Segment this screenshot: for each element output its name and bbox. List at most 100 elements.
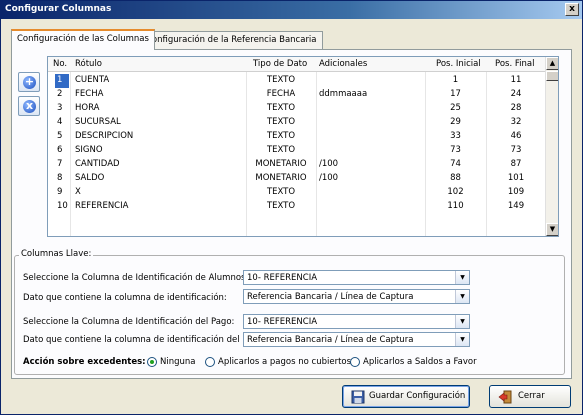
cell-inicial: 17 bbox=[450, 89, 461, 99]
cell-rotulo: CUENTA bbox=[75, 75, 110, 85]
cell-inicial: 1 bbox=[452, 75, 459, 85]
header-no[interactable]: No. bbox=[53, 59, 67, 69]
cell-final: 109 bbox=[507, 187, 525, 197]
remove-icon: x bbox=[23, 100, 36, 113]
cell-tipo: TEXTO bbox=[266, 117, 296, 127]
radio-saldos-a-favor[interactable] bbox=[350, 357, 360, 367]
cell-inicial: 33 bbox=[450, 131, 461, 141]
close-button[interactable]: Cerrar bbox=[489, 385, 571, 408]
cell-final: 101 bbox=[507, 173, 525, 183]
cell-rotulo: DESCRIPCION bbox=[75, 131, 134, 141]
cell-adicionales: ddmmaaaa bbox=[319, 89, 368, 99]
close-window-button[interactable]: x bbox=[565, 3, 579, 16]
alumnos-column-label: Seleccione la Columna de Identificación … bbox=[23, 273, 249, 283]
table-row[interactable]: 5 DESCRIPCION TEXTO 33 46 bbox=[48, 130, 546, 144]
add-icon: + bbox=[23, 75, 36, 89]
cell-no: 7 bbox=[57, 159, 63, 169]
exit-door-icon bbox=[498, 390, 512, 404]
cell-adicionales: /100 bbox=[319, 159, 339, 169]
radio-saldos-a-favor-label[interactable]: Aplicarlos a Saldos a Favor bbox=[363, 357, 477, 367]
cell-tipo: TEXTO bbox=[266, 187, 296, 197]
table-row[interactable]: 1 CUENTA TEXTO 1 11 bbox=[48, 74, 546, 88]
table-row[interactable]: 2 FECHA FECHA ddmmaaaa 17 24 bbox=[48, 88, 546, 102]
cell-rotulo: FECHA bbox=[75, 89, 104, 99]
cell-no: 6 bbox=[57, 145, 63, 155]
scroll-down-button[interactable]: ▼ bbox=[546, 223, 558, 236]
pago-dato-select[interactable]: Referencia Bancaria / Línea de Captura ▼ bbox=[243, 332, 470, 347]
cell-no: 9 bbox=[57, 187, 63, 197]
floppy-disk-icon bbox=[351, 390, 365, 404]
cell-final: 87 bbox=[510, 159, 522, 169]
cell-tipo: TEXTO bbox=[266, 201, 296, 211]
radio-ninguna[interactable] bbox=[147, 357, 157, 367]
table-row[interactable]: 3 HORA TEXTO 25 28 bbox=[48, 102, 546, 116]
header-rotulo[interactable]: Rótulo bbox=[75, 59, 102, 69]
cell-inicial: 110 bbox=[447, 201, 464, 211]
table-row[interactable]: 6 SIGNO TEXTO 73 73 bbox=[48, 144, 546, 158]
pago-dato-label: Dato que contiene la columna de identifi… bbox=[23, 335, 267, 345]
tab-configuracion-columnas[interactable]: Configuración de las Columnas bbox=[11, 29, 155, 50]
scroll-thumb[interactable] bbox=[546, 71, 558, 81]
cell-final: 28 bbox=[510, 103, 522, 113]
cell-rotulo: SALDO bbox=[75, 173, 105, 183]
cell-inicial: 25 bbox=[450, 103, 461, 113]
cell-inicial: 102 bbox=[447, 187, 464, 197]
tab-configuracion-referencia[interactable]: Configuración de la Referencia Bancaria bbox=[140, 31, 323, 49]
alumnos-dato-select[interactable]: Referencia Bancaria / Línea de Captura ▼ bbox=[243, 289, 470, 304]
cell-final: 73 bbox=[510, 145, 522, 155]
cell-no: 8 bbox=[57, 173, 63, 183]
cell-final: 11 bbox=[510, 75, 522, 85]
title-bar[interactable]: Configurar Columnas x bbox=[1, 1, 582, 19]
header-pos-inicial[interactable]: Pos. Inicial bbox=[436, 59, 481, 69]
cell-rotulo: SIGNO bbox=[75, 145, 103, 155]
cell-no: 2 bbox=[57, 89, 63, 99]
scroll-up-button[interactable]: ▲ bbox=[546, 57, 558, 70]
header-tipo-dato[interactable]: Tipo de Dato bbox=[253, 59, 307, 69]
cell-rotulo: CANTIDAD bbox=[75, 159, 120, 169]
cell-adicionales: /100 bbox=[319, 173, 339, 183]
cell-no: 1 bbox=[55, 74, 69, 88]
table-row[interactable]: 7 CANTIDAD MONETARIO/100 74 87 bbox=[48, 158, 546, 172]
close-button-label: Cerrar bbox=[518, 391, 545, 401]
grid-header: No. Rótulo Tipo de Dato Adicionales Pos.… bbox=[48, 57, 546, 72]
pago-column-label: Seleccione la Columna de Identificación … bbox=[23, 317, 235, 327]
remove-column-button[interactable]: x bbox=[18, 96, 40, 116]
columns-grid[interactable]: No. Rótulo Tipo de Dato Adicionales Pos.… bbox=[47, 56, 559, 237]
table-row[interactable]: 10 REFERENCIA TEXTO 110 149 bbox=[48, 200, 546, 214]
alumnos-column-select[interactable]: 10- REFERENCIA ▼ bbox=[243, 270, 470, 285]
table-row[interactable]: 9 X TEXTO 102 109 bbox=[48, 186, 546, 200]
cell-tipo: MONETARIO bbox=[255, 173, 307, 183]
cell-no: 4 bbox=[57, 117, 63, 127]
pago-dato-value: Referencia Bancaria / Línea de Captura bbox=[247, 335, 414, 345]
cell-tipo: TEXTO bbox=[266, 75, 296, 85]
chevron-down-icon[interactable]: ▼ bbox=[455, 290, 469, 303]
alumnos-dato-label: Dato que contiene la columna de identifi… bbox=[23, 293, 227, 303]
cell-rotulo: REFERENCIA bbox=[75, 201, 129, 211]
cell-tipo: TEXTO bbox=[266, 131, 296, 141]
window-title: Configurar Columnas bbox=[5, 4, 112, 14]
cell-no: 10 bbox=[57, 201, 68, 211]
table-row[interactable]: 8 SALDO MONETARIO/100 88 101 bbox=[48, 172, 546, 186]
table-row[interactable]: 4 SUCURSAL TEXTO 29 32 bbox=[48, 116, 546, 130]
alumnos-dato-value: Referencia Bancaria / Línea de Captura bbox=[247, 292, 414, 302]
chevron-down-icon[interactable]: ▼ bbox=[455, 333, 469, 346]
cell-final: 32 bbox=[510, 117, 522, 127]
chevron-down-icon[interactable]: ▼ bbox=[455, 315, 469, 328]
cell-no: 3 bbox=[57, 103, 63, 113]
cell-tipo: TEXTO bbox=[266, 145, 296, 155]
radio-ninguna-label[interactable]: Ninguna bbox=[160, 357, 196, 367]
cell-tipo: TEXTO bbox=[266, 103, 296, 113]
header-adicionales[interactable]: Adicionales bbox=[319, 59, 367, 69]
grid-scrollbar[interactable]: ▲ ▼ bbox=[545, 57, 558, 236]
header-pos-final[interactable]: Pos. Final bbox=[495, 59, 534, 69]
add-column-button[interactable]: + bbox=[18, 72, 40, 92]
radio-pagos-no-cubiertos[interactable] bbox=[205, 357, 215, 367]
save-configuration-button[interactable]: Guardar Configuración bbox=[342, 385, 470, 408]
cell-tipo: FECHA bbox=[266, 89, 296, 99]
pago-column-select[interactable]: 10- REFERENCIA ▼ bbox=[243, 314, 470, 329]
radio-pagos-no-cubiertos-label[interactable]: Aplicarlos a pagos no cubiertos bbox=[218, 357, 351, 367]
cell-tipo: MONETARIO bbox=[255, 159, 307, 169]
cell-inicial: 74 bbox=[450, 159, 461, 169]
save-button-label: Guardar Configuración bbox=[369, 391, 466, 401]
chevron-down-icon[interactable]: ▼ bbox=[455, 271, 469, 284]
